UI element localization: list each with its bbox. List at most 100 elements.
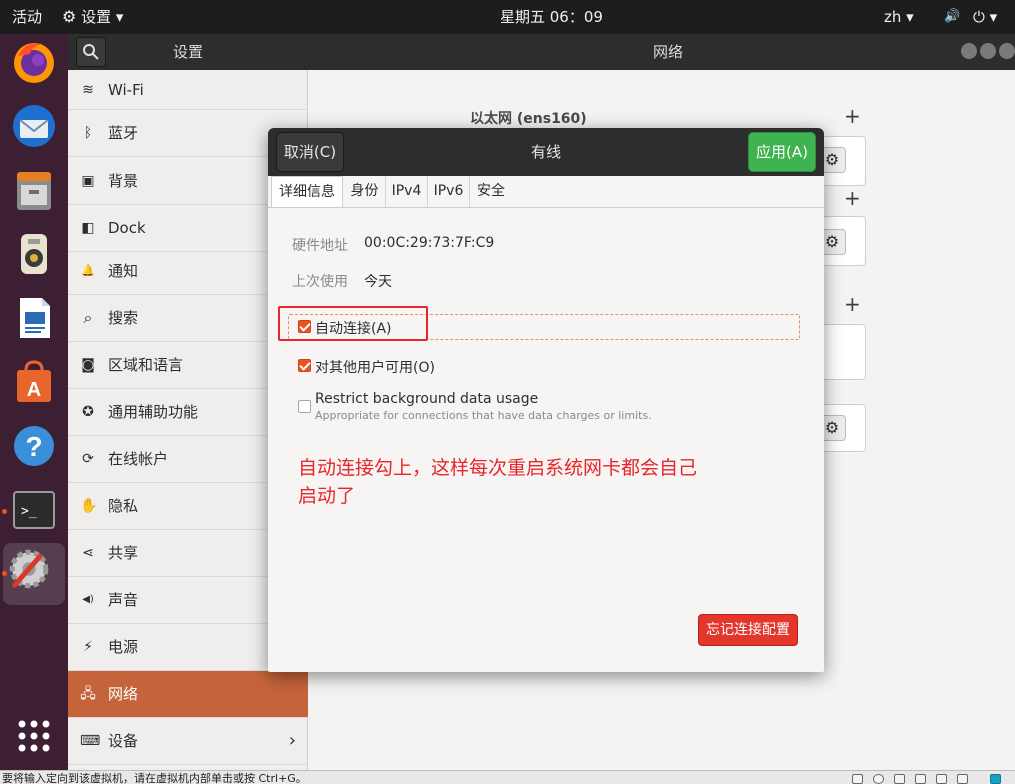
files-icon[interactable] [8, 164, 60, 216]
restrict-data-label[interactable]: Restrict background data usage [315, 391, 538, 407]
rhythmbox-icon[interactable] [8, 228, 60, 280]
sidebar-item-label: 设备 [108, 732, 139, 750]
help-icon[interactable]: ? [8, 420, 60, 472]
wired-connection-dialog: 有线 取消(C) 应用(A) 详细信息 身份 IPv4 IPv6 安全 硬件地址… [268, 128, 824, 672]
running-indicator [2, 509, 7, 514]
main-header: 网络 [308, 34, 1015, 70]
bluetooth-icon: ᛒ [83, 125, 93, 141]
hand-icon: ✋ [80, 498, 98, 514]
add-ethernet-icon[interactable]: + [844, 106, 861, 126]
volume-icon[interactable]: 🔊 [944, 0, 960, 34]
show-apps-icon[interactable] [8, 710, 60, 762]
add-vpn-icon[interactable]: + [844, 188, 861, 208]
sidebar-search-button[interactable] [76, 37, 106, 67]
close-icon[interactable] [999, 43, 1015, 59]
dock-icon: ◧ [81, 220, 95, 236]
all-users-label[interactable]: 对其他用户可用(O) [315, 357, 435, 377]
cd-icon[interactable] [873, 774, 884, 784]
annotation-line: 自动连接勾上，这样每次重启系统网卡都会自己 [298, 457, 698, 479]
sidebar-item-label: 通知 [108, 262, 139, 280]
disk-icon[interactable] [852, 774, 863, 784]
last-used-label: 上次使用 [292, 274, 348, 290]
sidebar-header: 设置 [68, 34, 308, 70]
power-plug-icon: ⚡ [83, 639, 93, 655]
svg-text:A: A [27, 379, 41, 401]
sidebar-item-label: 蓝牙 [108, 124, 139, 142]
tab-details[interactable]: 详细信息 [271, 176, 343, 207]
search-icon: ⌕ [83, 308, 93, 327]
sidebar-item-label: 搜索 [108, 309, 139, 327]
last-used-value: 今天 [364, 274, 392, 290]
vm-input-hint: 要将输入定向到该虚拟机，请在虚拟机内部单击或按 Ctrl+G。 [2, 772, 307, 784]
tab-security[interactable]: 安全 [470, 176, 512, 207]
vm-status-bar: 要将输入定向到该虚拟机，请在虚拟机内部单击或按 Ctrl+G。 [0, 770, 1015, 784]
tab-identity[interactable]: 身份 [344, 176, 386, 207]
app-menu[interactable]: ⚙ 设置 ▾ [62, 0, 123, 34]
activities-button[interactable]: 活动 [12, 0, 42, 34]
sidebar-item-label: 在线帐户 [108, 450, 169, 468]
sidebar-item-label: 隐私 [108, 497, 139, 515]
share-icon: ⋖ [82, 545, 94, 561]
running-indicator [2, 571, 7, 576]
add-proxy-icon[interactable]: + [844, 294, 861, 314]
all-users-checkbox[interactable] [298, 359, 311, 372]
printer-icon[interactable] [936, 774, 947, 784]
clock[interactable]: 星期五 06：09 [500, 0, 603, 34]
chevron-right-icon: › [288, 730, 296, 751]
top-bar: 活动 ⚙ 设置 ▾ 星期五 06：09 zh ▾ 🔊 ⏻ ▾ [0, 0, 1015, 34]
hardware-address-value: 00:0C:29:73:7F:C9 [364, 235, 495, 251]
annotation-highlight-box [278, 306, 428, 341]
annotation-text: 自动连接勾上，这样每次重启系统网卡都会自己 启动了 [298, 454, 768, 510]
maximize-icon[interactable] [980, 43, 996, 59]
apply-button[interactable]: 应用(A) [748, 132, 816, 172]
power-menu-icon[interactable]: ⏻ ▾ [973, 0, 997, 34]
page-title: 网络 [652, 43, 683, 61]
accessibility-icon: ✪ [82, 404, 94, 420]
speaker-icon: ◀) [82, 594, 94, 605]
annotation-line: 启动了 [298, 485, 356, 507]
dock: A ? >_ [0, 34, 68, 770]
search-icon [83, 44, 99, 60]
restrict-data-checkbox[interactable] [298, 400, 311, 413]
software-icon[interactable]: A [8, 356, 60, 408]
sidebar-item-wifi[interactable]: ≋ Wi-Fi [68, 70, 308, 110]
sidebar-item-label: 网络 [108, 685, 139, 703]
thunderbird-icon[interactable] [8, 100, 60, 152]
sidebar-item-label: 共享 [108, 544, 139, 562]
terminal-icon[interactable]: >_ [8, 484, 60, 536]
input-method-indicator[interactable]: zh ▾ [884, 0, 914, 34]
writer-icon[interactable] [8, 292, 60, 344]
usb-icon[interactable] [915, 774, 926, 784]
settings-icon[interactable] [3, 543, 65, 605]
sidebar-item-devices[interactable]: ⌨ 设备 › [68, 718, 308, 765]
terminal-glyph: >_ [21, 504, 37, 519]
sidebar-item-label: 区域和语言 [108, 356, 184, 374]
minimize-icon[interactable] [961, 43, 977, 59]
sound-card-icon[interactable] [957, 774, 968, 784]
sidebar-item-label: 声音 [108, 591, 139, 609]
settings-gear-icon: ⚙ [62, 7, 77, 26]
firefox-icon[interactable] [8, 36, 60, 88]
background-icon: ▣ [81, 173, 95, 189]
devices-icon: ⌨ [80, 733, 101, 749]
bell-icon: 🔔 [81, 264, 95, 277]
dialog-tabs: 详细信息 身份 IPv4 IPv6 安全 [268, 176, 824, 208]
wifi-icon: ≋ [82, 82, 94, 98]
dialog-title: 有线 [530, 143, 561, 161]
network-adapter-icon[interactable] [894, 774, 905, 784]
sidebar-item-label: Wi-Fi [108, 81, 144, 99]
cancel-button[interactable]: 取消(C) [276, 132, 344, 172]
vm-display-icon[interactable] [990, 774, 1001, 784]
sidebar-item-label: 背景 [108, 172, 139, 190]
restrict-data-description: Appropriate for connections that have da… [315, 409, 652, 422]
app-menu-label: 设置 ▾ [81, 8, 124, 26]
sidebar-item-label: 电源 [108, 638, 139, 656]
online-accounts-icon: ⟳ [82, 451, 94, 467]
sidebar-item-network[interactable]: 🖧 网络 [68, 671, 308, 718]
forget-connection-button[interactable]: 忘记连接配置 [698, 614, 798, 646]
sidebar-item-label: 通用辅助功能 [108, 403, 199, 421]
tab-ipv4[interactable]: IPv4 [386, 176, 428, 207]
tab-ipv6[interactable]: IPv6 [428, 176, 470, 207]
hardware-address-label: 硬件地址 [292, 238, 348, 254]
sidebar-item-label: Dock [108, 219, 146, 237]
